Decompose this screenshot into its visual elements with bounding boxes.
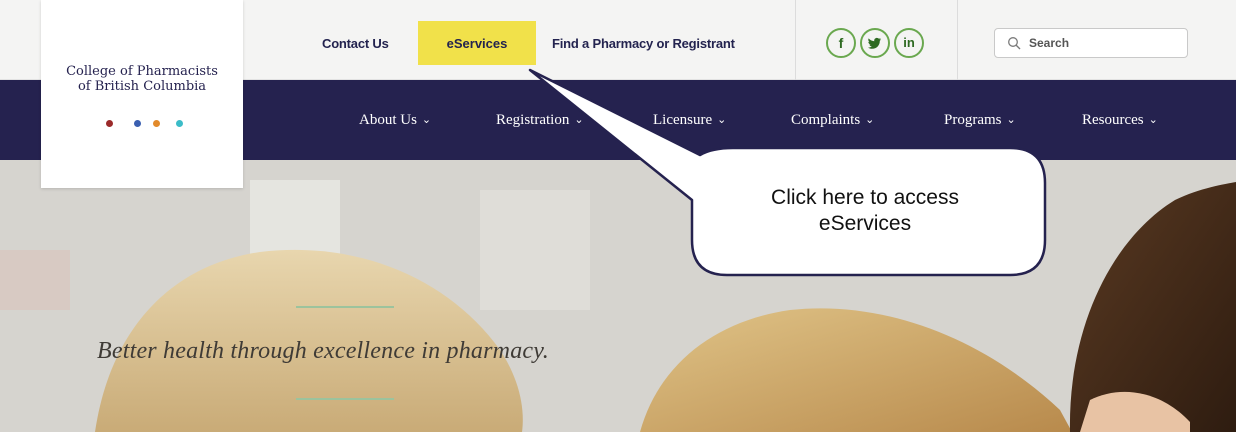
callout-bubble (528, 68, 1047, 277)
callout-text: Click here to access eServices (720, 185, 1010, 237)
callout-line: Click here to access (771, 186, 959, 209)
callout-line: eServices (818, 212, 912, 235)
